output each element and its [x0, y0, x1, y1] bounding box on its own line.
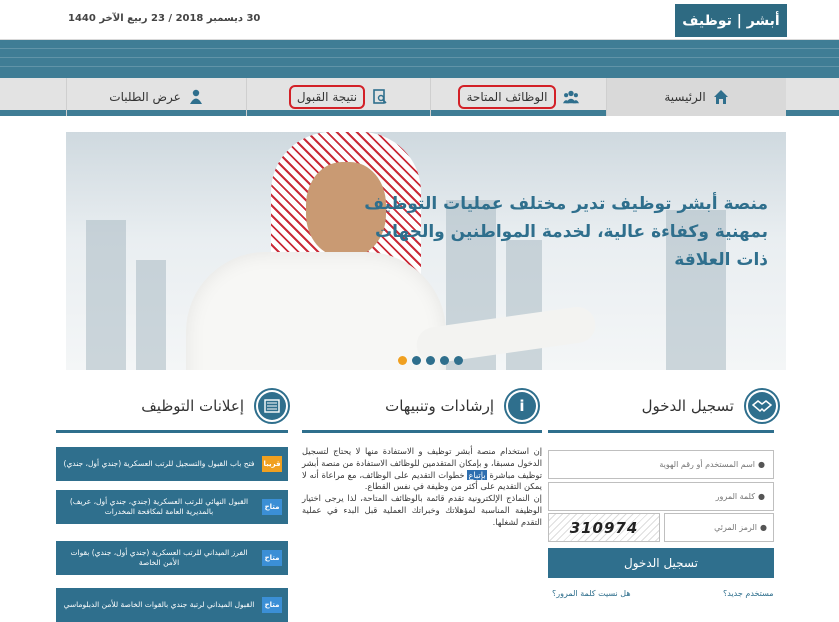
forgot-password-link[interactable]: هل نسيت كلمة المرور؟ — [552, 589, 631, 598]
hero-banner: منصة أبشر توظيف تدير مختلف عمليات التوظي… — [66, 132, 786, 370]
carousel-dot[interactable] — [454, 356, 463, 365]
carousel-indicators — [398, 356, 463, 365]
hero-slogan-line: بمهنية وكفاءة عالية، لخدمة المواطنين وال… — [375, 222, 768, 242]
nav-home-label: الرئيسية — [664, 90, 706, 104]
header-banner-stripe — [0, 40, 839, 78]
home-icon — [713, 89, 729, 105]
login-underline — [548, 430, 774, 433]
login-title: تسجيل الدخول — [641, 397, 734, 415]
handshake-icon — [744, 388, 780, 424]
password-placeholder: كلمة المرور — [715, 492, 756, 501]
guidance-paragraph: إن النماذج الإلكترونية تقدم قائمة بالوظا… — [302, 493, 542, 527]
guidance-section-header: i إرشادات وتنبيهات — [360, 386, 540, 426]
job-ad-item[interactable]: متاح الفرز الميداني للرتب العسكرية (جندي… — [56, 541, 288, 575]
guidance-title: إرشادات وتنبيهات — [385, 397, 494, 415]
ad-text: القبول الميداني لرتبة جندي بالقوات الخاص… — [63, 600, 255, 609]
guidance-text: إن استخدام منصة أبشر توظيف و الاستفادة م… — [302, 446, 542, 529]
ad-text: الفرز الميداني للرتب العسكرية (جندي أول،… — [70, 548, 248, 567]
nav-available-jobs-label: الوظائف المتاحة — [458, 85, 556, 109]
user-icon — [188, 89, 204, 105]
carousel-dot[interactable] — [426, 356, 435, 365]
current-date: 30 ديسمبر 2018 / 23 ربيع الآخر 1440 — [68, 13, 261, 24]
top-bar: 30 ديسمبر 2018 / 23 ربيع الآخر 1440 أبشر… — [0, 0, 839, 40]
lock-icon: ● — [758, 492, 765, 501]
job-ad-item[interactable]: متاح القبول النهائي للرتب العسكرية (جندي… — [56, 490, 288, 524]
guidance-underline — [302, 430, 542, 433]
main-navigation: الرئيسية الوظائف المتاحة نتيجة القبول عر… — [0, 78, 839, 116]
ad-text: القبول النهائي للرتب العسكرية (جندي، جند… — [69, 497, 249, 516]
document-search-icon — [372, 89, 388, 105]
ads-section-header: إعلانات التوظيف — [120, 386, 290, 426]
carousel-dot[interactable] — [412, 356, 421, 365]
nav-available-jobs[interactable]: الوظائف المتاحة — [430, 78, 606, 116]
ad-text: فتح باب القبول والتسجيل للرتب العسكرية (… — [63, 459, 255, 468]
guidance-highlight: بإتباع — [467, 469, 487, 480]
user-field-icon: ● — [758, 460, 765, 469]
username-input[interactable]: ● اسم المستخدم أو رقم الهوية — [548, 450, 774, 479]
ad-status-badge: متاح — [262, 499, 282, 515]
nav-view-requests[interactable]: عرض الطلبات — [66, 78, 246, 116]
hero-slogan-line: منصة أبشر توظيف تدير مختلف عمليات التوظي… — [364, 194, 768, 214]
nav-acceptance-result-label: نتيجة القبول — [288, 85, 366, 109]
captcha-input[interactable]: ● الرمز المرئي — [664, 513, 774, 542]
new-user-link[interactable]: مستخدم جديد؟ — [723, 589, 774, 598]
nav-view-requests-label: عرض الطلبات — [109, 90, 181, 104]
newspaper-icon — [254, 388, 290, 424]
nav-home[interactable]: الرئيسية — [606, 78, 786, 116]
captcha-placeholder: الرمز المرئي — [714, 523, 758, 532]
job-ad-item[interactable]: قريبا فتح باب القبول والتسجيل للرتب العس… — [56, 447, 288, 481]
info-icon: i — [504, 388, 540, 424]
hero-slogan: منصة أبشر توظيف تدير مختلف عمليات التوظي… — [348, 190, 768, 274]
nav-acceptance-result[interactable]: نتيجة القبول — [246, 78, 430, 116]
guidance-paragraph: إن استخدام منصة أبشر توظيف و الاستفادة م… — [302, 446, 542, 493]
captcha-image: 310974 — [548, 513, 660, 542]
key-icon: ● — [760, 523, 767, 532]
carousel-dot[interactable] — [398, 356, 407, 365]
ad-status-badge: متاح — [262, 597, 282, 613]
ads-title: إعلانات التوظيف — [141, 397, 244, 415]
username-placeholder: اسم المستخدم أو رقم الهوية — [659, 460, 756, 469]
job-ad-item[interactable]: متاح القبول الميداني لرتبة جندي بالقوات … — [56, 588, 288, 622]
ad-status-badge: قريبا — [262, 456, 282, 472]
ads-underline — [56, 430, 288, 433]
login-section-header: تسجيل الدخول — [605, 386, 780, 426]
password-input[interactable]: ● كلمة المرور — [548, 482, 774, 511]
people-group-icon — [562, 89, 579, 105]
ad-status-badge: متاح — [262, 550, 282, 566]
background-building — [136, 260, 166, 370]
login-button[interactable]: تسجيل الدخول — [548, 548, 774, 578]
background-building — [86, 220, 126, 370]
carousel-dot[interactable] — [440, 356, 449, 365]
hero-slogan-line: ذات العلاقة — [674, 250, 768, 270]
absher-tawzeef-logo[interactable]: أبشر | توظيف — [675, 4, 787, 37]
